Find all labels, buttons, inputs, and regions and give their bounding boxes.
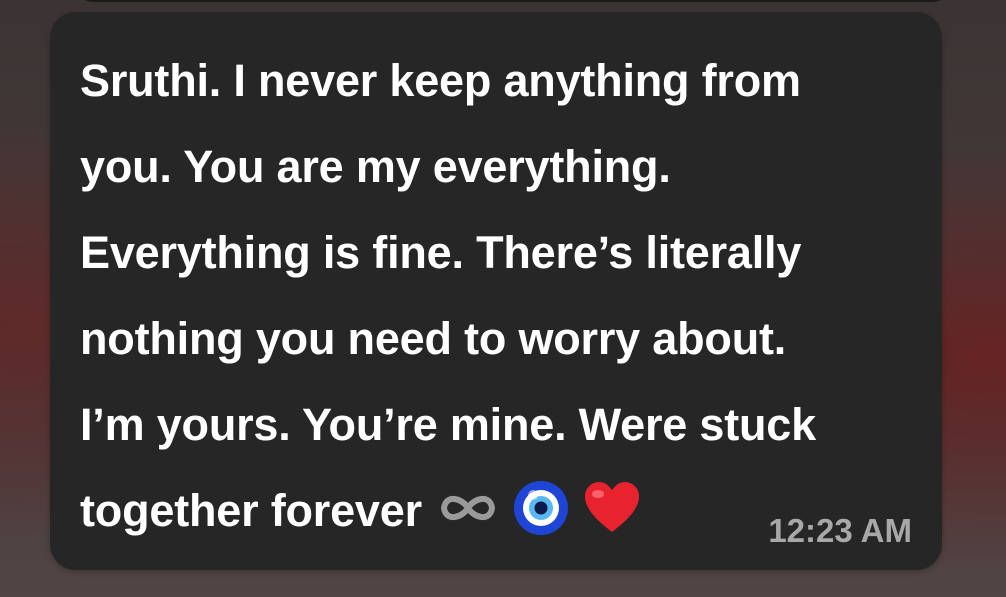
infinity-icon (436, 488, 500, 528)
message-line: nothing you need to worry about. (80, 313, 787, 364)
message-timestamp: 12:23 AM (768, 512, 912, 549)
message-line: together forever (80, 485, 422, 536)
message-text: Sruthi. I never keep anything from you. … (80, 38, 912, 554)
previous-message-bubble[interactable] (72, 0, 954, 2)
emoji-group (436, 479, 642, 537)
message-line: Everything is fine. There’s literally (80, 227, 802, 278)
message-line: you. You are my everything. (80, 141, 671, 192)
message-bubble[interactable]: Sruthi. I never keep anything from you. … (50, 12, 942, 570)
nazar-amulet-icon (512, 479, 570, 537)
message-line: I’m yours. You’re mine. Were stuck (80, 399, 816, 450)
message-line: Sruthi. I never keep anything from (80, 55, 801, 106)
red-heart-icon (582, 480, 642, 536)
